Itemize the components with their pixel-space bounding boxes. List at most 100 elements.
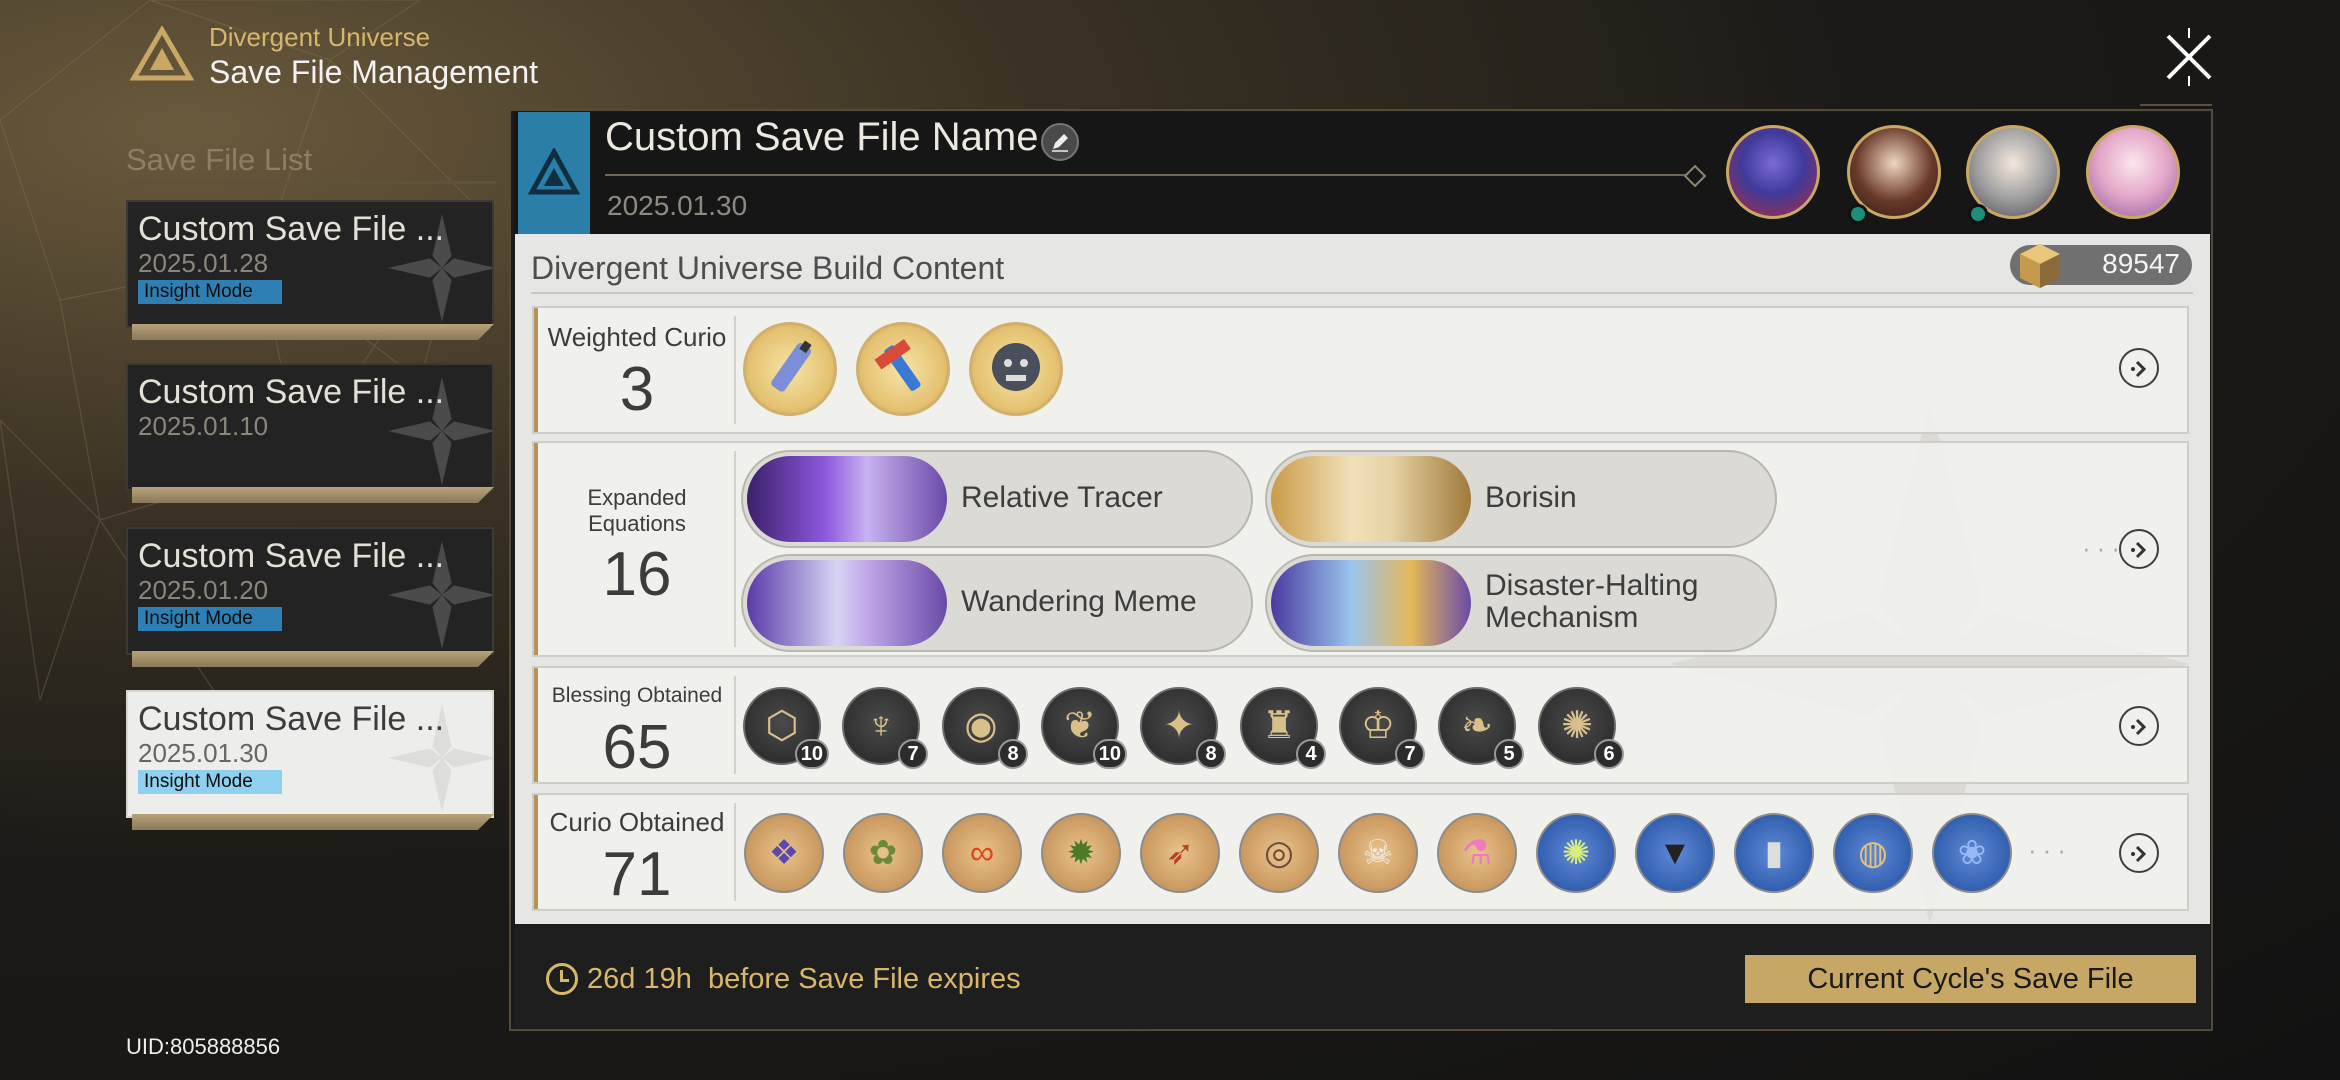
- save-file-date: 2025.01.30: [138, 738, 269, 768]
- blessing-count: 4: [1296, 739, 1326, 769]
- points-value: 89547: [2102, 248, 2180, 279]
- curios-count: 71: [602, 840, 672, 909]
- insight-mode-badge: Insight Mode: [138, 770, 282, 794]
- save-file-list-title: Save File List: [126, 142, 313, 177]
- curios-label: Curio Obtained: [549, 807, 725, 837]
- blessings-label: Blessing Obtained: [551, 684, 723, 707]
- save-file-card: Custom Save File ... 2025.01.20 Insight …: [126, 527, 494, 655]
- divider: [734, 803, 736, 901]
- expand-arrow-icon[interactable]: [2119, 348, 2159, 388]
- cosmic-fragment-icon: [2020, 244, 2060, 288]
- potion-icon[interactable]: ⚗: [1437, 813, 1517, 893]
- pencil-icon[interactable]: [1041, 123, 1079, 161]
- build-content-title: Divergent Universe Build Content: [531, 250, 1005, 286]
- equation-name: Relative Tracer: [961, 481, 1163, 514]
- green-rock-icon[interactable]: ✹: [1041, 813, 1121, 893]
- divider: [531, 292, 2193, 294]
- cloak-icon[interactable]: ❖: [744, 813, 824, 893]
- save-file-card: Custom Save File ... 2025.01.28 Insight …: [126, 200, 494, 328]
- blessings-count: 65: [602, 713, 672, 782]
- feather-icon[interactable]: ➶: [1140, 813, 1220, 893]
- divider: [734, 451, 736, 647]
- paint-tube-icon[interactable]: [743, 322, 837, 416]
- divergent-universe-logo-icon: [528, 148, 580, 195]
- tube-icon[interactable]: ▮: [1734, 813, 1814, 893]
- clock-icon: [546, 963, 578, 995]
- equation-item[interactable]: Relative Tracer: [741, 450, 1253, 548]
- close-icon[interactable]: [2160, 28, 2218, 86]
- blessing-count: 6: [1594, 739, 1624, 769]
- character-avatar[interactable]: [2086, 125, 2180, 219]
- card-shelf: [132, 324, 494, 340]
- equation-item[interactable]: Borisin: [1265, 450, 1777, 548]
- save-file-name: Custom Save File ...: [138, 210, 445, 248]
- remembrance-path-icon[interactable]: ♆ 7: [842, 687, 928, 769]
- save-file-name: Custom Save File ...: [138, 373, 445, 411]
- abundance-path-icon[interactable]: ❦ 10: [1041, 687, 1127, 769]
- relative-tracer-art-icon: [747, 456, 947, 542]
- save-file-date: 2025.01.28: [138, 248, 269, 278]
- blessings-row: Blessing Obtained 65 ⬡ 10 ♆ 7 ◉ 8 ❦ 10 ✦ 8 ♜ 4…: [532, 666, 2189, 784]
- brush-hammer-icon[interactable]: [856, 322, 950, 416]
- expand-arrow-icon[interactable]: [2119, 833, 2159, 873]
- elation-path-icon[interactable]: ♔ 7: [1339, 687, 1425, 769]
- save-file-card: Custom Save File ... 2025.01.10: [126, 363, 494, 491]
- weighted-curio-row: Weighted Curio 3: [532, 306, 2189, 434]
- curios-row: Curio Obtained 71 ❖ ✿ ∞ ✹ ➶ ◎ ☠ ⚗ ✺ ▼ ▮ …: [532, 793, 2189, 911]
- erudition-path-icon[interactable]: ✺ 6: [1538, 687, 1624, 769]
- expand-arrow-icon[interactable]: [2119, 706, 2159, 746]
- save-file-name-title: Custom Save File Name: [605, 115, 1039, 159]
- page-title: Save File Management: [209, 54, 539, 90]
- uid-label: UID:805888856: [126, 1034, 281, 1059]
- borisin-art-icon: [1271, 456, 1471, 542]
- panel-logo-box: [518, 112, 590, 234]
- support-indicator-icon: [1968, 204, 1988, 224]
- goggles-icon[interactable]: ◎: [1239, 813, 1319, 893]
- skeleton-icon[interactable]: ☠: [1338, 813, 1418, 893]
- current-cycle-save-button[interactable]: Current Cycle's Save File: [1745, 955, 2196, 1003]
- blessing-count: 5: [1494, 739, 1524, 769]
- blessing-count: 10: [794, 739, 829, 769]
- equation-name: Disaster-Halting Mechanism: [1485, 569, 1699, 634]
- more-dots-icon: ···: [2028, 835, 2072, 865]
- save-file-name: Custom Save File ...: [138, 537, 445, 575]
- weighted-curio-label: Weighted Curio: [547, 322, 727, 352]
- orb-icon[interactable]: ✺: [1536, 813, 1616, 893]
- preservation-path-icon[interactable]: ⬡ 10: [743, 687, 829, 769]
- vine-knot-icon[interactable]: ✿: [843, 813, 923, 893]
- destruction-path-icon[interactable]: ♜ 4: [1240, 687, 1326, 769]
- crystal-shard-icon[interactable]: ▼: [1635, 813, 1715, 893]
- equation-name: Wandering Meme: [961, 585, 1197, 618]
- support-indicator-icon: [1848, 204, 1868, 224]
- nihility-path-icon[interactable]: ◉ 8: [942, 687, 1028, 769]
- stone-lion-icon[interactable]: [969, 322, 1063, 416]
- propagation-path-icon[interactable]: ❧ 5: [1438, 687, 1524, 769]
- character-avatar[interactable]: [1726, 125, 1820, 219]
- save-file-date: 2025.01.10: [138, 411, 269, 441]
- save-file-name: Custom Save File ...: [138, 700, 445, 738]
- card-shelf: [132, 814, 494, 830]
- title-divider: [605, 174, 1695, 176]
- weighted-curio-count: 3: [619, 355, 655, 424]
- ribbon-icon[interactable]: ∞: [942, 813, 1022, 893]
- expanded-equations-count: 16: [602, 540, 672, 609]
- expand-arrow-icon[interactable]: [2119, 529, 2159, 569]
- coins-icon[interactable]: ◍: [1833, 813, 1913, 893]
- insight-mode-badge: Insight Mode: [138, 280, 282, 304]
- divider: [126, 181, 496, 184]
- save-file-item[interactable]: Custom Save File ... 2025.01.10: [126, 363, 494, 493]
- divider: [734, 676, 736, 774]
- blessing-count: 8: [1196, 739, 1226, 769]
- card-shelf: [132, 651, 494, 667]
- save-file-item-selected[interactable]: Custom Save File ... 2025.01.30 Insight …: [126, 690, 494, 820]
- blue-rose-icon[interactable]: ❀: [1932, 813, 2012, 893]
- equation-name: Borisin: [1485, 481, 1577, 514]
- save-file-item[interactable]: Custom Save File ... 2025.01.28 Insight …: [126, 200, 494, 330]
- disaster-halting-mechanism-art-icon: [1271, 560, 1471, 646]
- divergent-universe-logo-icon: [130, 26, 194, 81]
- equation-item[interactable]: Disaster-Halting Mechanism: [1265, 554, 1777, 652]
- save-file-item[interactable]: Custom Save File ... 2025.01.20 Insight …: [126, 527, 494, 657]
- hunt-path-icon[interactable]: ✦ 8: [1140, 687, 1226, 769]
- equation-item[interactable]: Wandering Meme: [741, 554, 1253, 652]
- expanded-equations-label: Expanded Equations: [587, 485, 687, 536]
